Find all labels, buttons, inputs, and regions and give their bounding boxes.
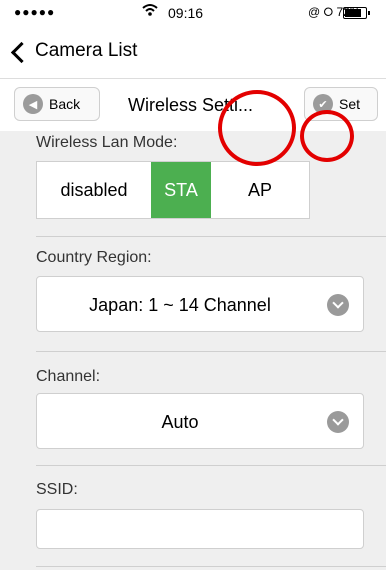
divider	[36, 236, 386, 237]
channel-value: Auto	[161, 411, 199, 432]
status-bar: ●●●●● 09:16 @ ⭘ 72%	[0, 0, 386, 26]
divider	[36, 351, 386, 352]
signal-icon: ●●●●●	[14, 5, 56, 19]
country-region-label: Country Region:	[36, 249, 152, 266]
country-region-value: Japan: 1 ~ 14 Channel	[89, 294, 271, 315]
annotation-circle-ap	[218, 90, 296, 166]
back-link-label: Camera List	[35, 40, 138, 61]
chevron-left-icon	[10, 41, 33, 63]
back-button[interactable]: ◀ Back	[14, 87, 100, 121]
annotation-circle-set	[300, 110, 354, 162]
divider	[36, 566, 386, 567]
ssid-input[interactable]	[36, 509, 364, 549]
chevron-down-icon	[327, 294, 349, 316]
mode-option-disabled[interactable]: disabled	[37, 162, 151, 218]
back-button-label: Back	[49, 96, 81, 112]
country-region-select[interactable]: Japan: 1 ~ 14 Channel	[36, 276, 364, 332]
set-button-label: Set	[339, 96, 361, 112]
chevron-down-icon	[327, 411, 349, 433]
battery-icon	[343, 7, 370, 19]
divider	[36, 465, 386, 466]
channel-select[interactable]: Auto	[36, 393, 364, 449]
mode-option-ap[interactable]: AP	[211, 162, 309, 218]
settings-form: Wireless Lan Mode: disabled STA AP Count…	[0, 131, 386, 570]
arrow-left-circle-icon: ◀	[23, 94, 43, 114]
channel-label: Channel:	[36, 368, 101, 385]
wireless-mode-label: Wireless Lan Mode:	[36, 134, 178, 151]
status-time: 09:16	[168, 5, 204, 21]
ssid-label: SSID:	[36, 481, 78, 498]
mode-option-sta[interactable]: STA	[151, 162, 211, 218]
wifi-icon	[142, 3, 158, 21]
back-to-camera-list[interactable]: Camera List	[10, 40, 138, 63]
wireless-mode-segmented: disabled STA AP	[36, 161, 310, 219]
nav-bar: Camera List	[0, 26, 386, 78]
